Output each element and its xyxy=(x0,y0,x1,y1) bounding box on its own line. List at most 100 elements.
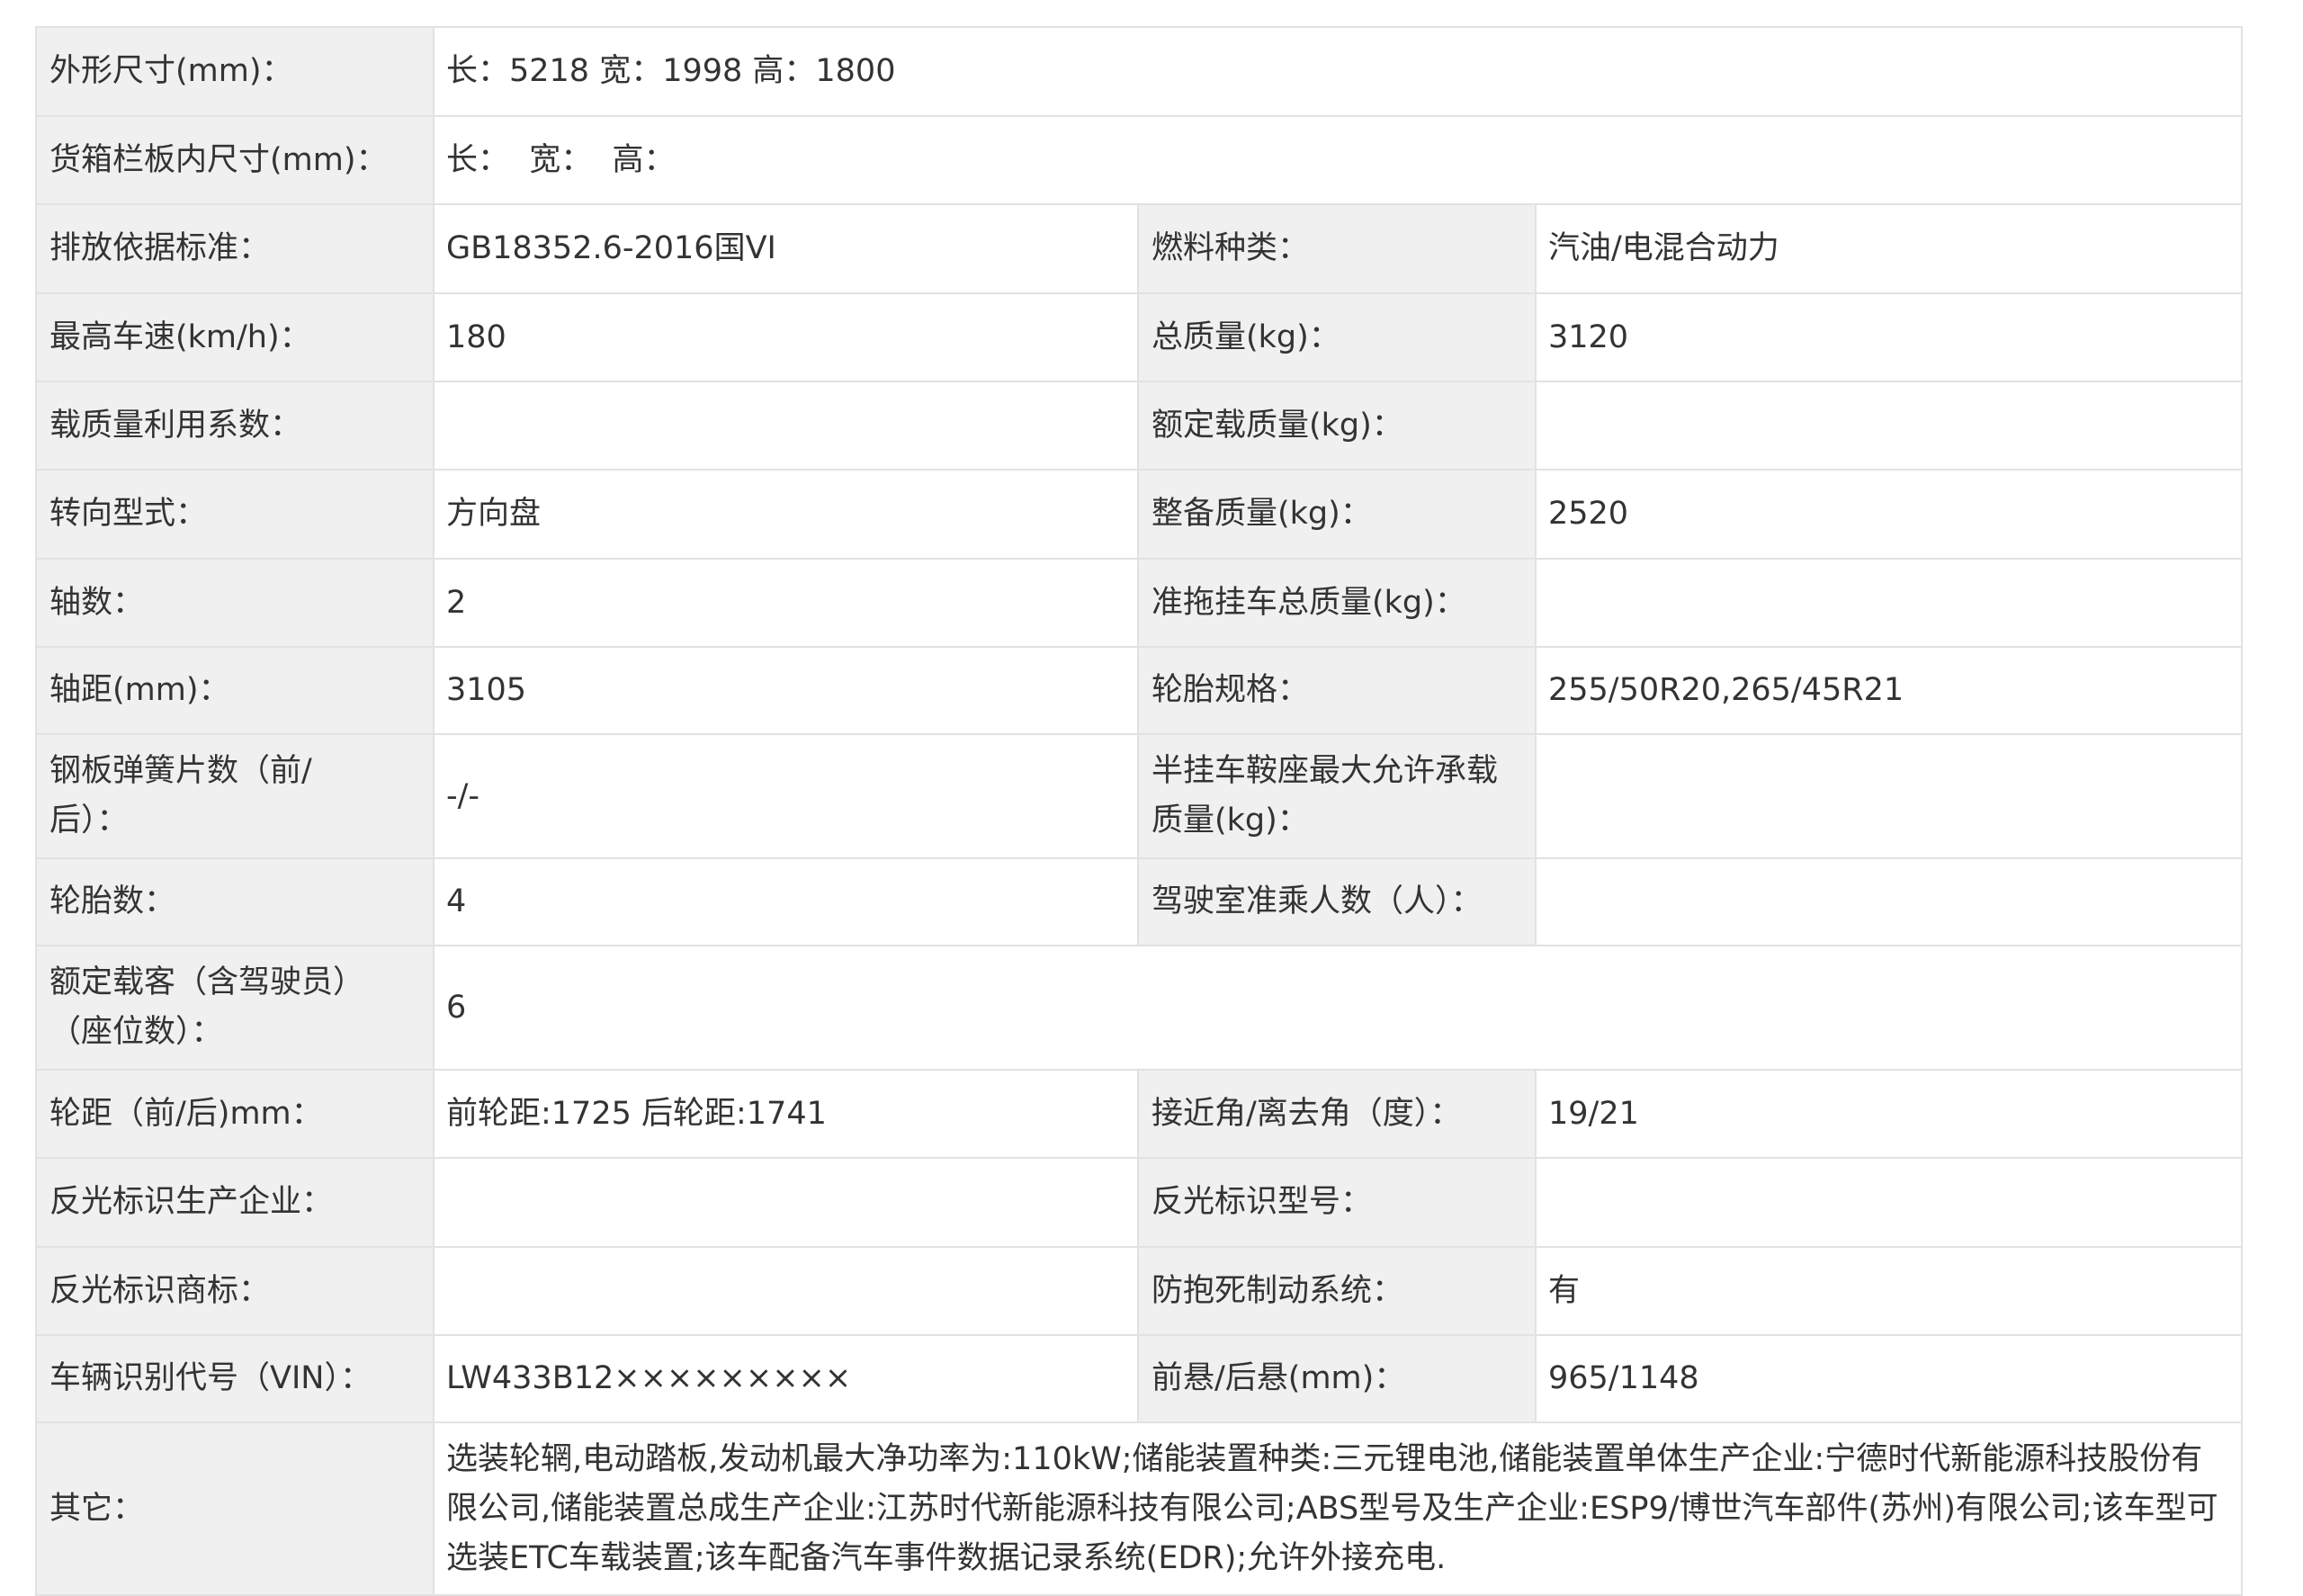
cell-divider xyxy=(2241,470,2243,559)
cell-divider xyxy=(1535,559,1537,647)
spec-row: 最高车速(km/h)： 180 总质量(kg)： 3120 xyxy=(0,293,2303,381)
spec-label-2-text: 轮胎规格： xyxy=(1152,672,1310,708)
spec-row: 轴距(mm)： 3105 轮胎规格： 255/50R20,265/45R21 xyxy=(0,647,2303,734)
cell-divider xyxy=(2241,381,2243,470)
spec-value-text: 3105 xyxy=(446,672,527,708)
spec-label-2: 整备质量(kg)： xyxy=(1138,470,1536,559)
spec-value xyxy=(434,381,1138,470)
cell-divider xyxy=(1137,1070,1139,1158)
cell-divider xyxy=(35,470,37,559)
cell-divider xyxy=(433,1247,435,1335)
cell-divider xyxy=(35,1422,37,1595)
spec-row: 其它： 选装轮辋,电动踏板,发动机最大净功率为:110kW;储能装置种类:三元锂电… xyxy=(0,1422,2303,1595)
spec-value-2: 965/1148 xyxy=(1536,1335,2242,1422)
spec-value: 方向盘 xyxy=(434,470,1138,559)
spec-label: 轴数： xyxy=(36,559,434,647)
spec-row: 轮距（前/后)mm： 前轮距:1725 后轮距:1741 接近角/离去角（度）： 19… xyxy=(0,1070,2303,1158)
spec-label-2: 燃料种类： xyxy=(1138,204,1536,293)
spec-label: 钢板弹簧片数（前/ 后）： xyxy=(36,734,434,858)
row-divider xyxy=(35,1421,2243,1423)
spec-label: 排放依据标准： xyxy=(36,204,434,293)
spec-value-2-text: 965/1148 xyxy=(1548,1360,1699,1396)
spec-row: 车辆识别代号（VIN）： LW433B12××××××××× 前悬/后悬(mm)： 9… xyxy=(0,1335,2303,1422)
cell-divider xyxy=(1137,204,1139,293)
spec-value-2-text: 有 xyxy=(1548,1272,1581,1309)
spec-value-2 xyxy=(1536,858,2242,946)
row-divider xyxy=(35,646,2243,648)
spec-value: -/- xyxy=(434,734,1138,858)
spec-label-2-text: 准拖挂车总质量(kg)： xyxy=(1152,584,1466,621)
row-divider xyxy=(35,203,2243,205)
spec-label-2: 防抱死制动系统： xyxy=(1138,1247,1536,1335)
row-divider xyxy=(35,945,2243,946)
spec-label-text: 排放依据标准： xyxy=(49,230,271,266)
spec-label-2: 前悬/后悬(mm)： xyxy=(1138,1335,1536,1422)
cell-divider xyxy=(433,647,435,734)
spec-value-2 xyxy=(1536,1158,2242,1247)
spec-row: 反光标识商标： 防抱死制动系统： 有 xyxy=(0,1247,2303,1335)
spec-label-text: 额定载客（含驾驶员） （座位数）： xyxy=(49,964,365,1050)
row-divider xyxy=(35,1069,2243,1071)
spec-label-2-text: 防抱死制动系统： xyxy=(1152,1272,1404,1309)
cell-divider xyxy=(1137,647,1139,734)
cell-divider xyxy=(1535,470,1537,559)
spec-value xyxy=(434,1158,1138,1247)
cell-divider xyxy=(1535,293,1537,381)
spec-label: 轮胎数： xyxy=(36,858,434,946)
cell-divider xyxy=(1535,1335,1537,1422)
spec-label: 货箱栏板内尺寸(mm)： xyxy=(36,116,434,204)
row-divider xyxy=(35,469,2243,471)
spec-value-2-text: 汽油/电混合动力 xyxy=(1548,230,1779,266)
cell-divider xyxy=(2241,858,2243,946)
spec-value-text: LW433B12××××××××× xyxy=(446,1360,852,1396)
spec-label-text: 轮距（前/后)mm： xyxy=(49,1095,323,1132)
spec-label: 反光标识商标： xyxy=(36,1247,434,1335)
cell-divider xyxy=(35,946,37,1070)
spec-value-text: 前轮距:1725 后轮距:1741 xyxy=(446,1095,827,1132)
spec-label: 其它： xyxy=(36,1422,434,1595)
cell-divider xyxy=(2241,1335,2243,1422)
row-divider xyxy=(35,1246,2243,1248)
spec-label: 额定载客（含驾驶员） （座位数）： xyxy=(36,946,434,1070)
spec-label: 外形尺寸(mm)： xyxy=(36,27,434,116)
spec-label-text: 其它： xyxy=(49,1490,145,1527)
spec-value-text: -/- xyxy=(446,777,480,814)
spec-value-text: 长： 宽： 高： xyxy=(446,141,676,178)
spec-row: 货箱栏板内尺寸(mm)： 长： 宽： 高： xyxy=(0,116,2303,204)
spec-label-text: 货箱栏板内尺寸(mm)： xyxy=(49,141,388,178)
cell-divider xyxy=(2241,1158,2243,1247)
spec-label: 轴距(mm)： xyxy=(36,647,434,734)
spec-value-2-text: 255/50R20,265/45R21 xyxy=(1548,672,1904,708)
spec-label-2: 轮胎规格： xyxy=(1138,647,1536,734)
spec-label-2: 半挂车鞍座最大允许承载 质量(kg)： xyxy=(1138,734,1536,858)
cell-divider xyxy=(433,1335,435,1422)
cell-divider xyxy=(1535,1070,1537,1158)
spec-value-text: 180 xyxy=(446,318,506,355)
spec-label-2: 接近角/离去角（度）： xyxy=(1138,1070,1536,1158)
row-divider xyxy=(35,733,2243,735)
cell-divider xyxy=(1535,858,1537,946)
cell-divider xyxy=(1535,1158,1537,1247)
spec-value: 180 xyxy=(434,293,1138,381)
cell-divider xyxy=(1137,1335,1139,1422)
spec-label-2-text: 额定载质量(kg)： xyxy=(1152,407,1403,444)
spec-label-2-text: 总质量(kg)： xyxy=(1152,318,1340,355)
cell-divider xyxy=(1535,647,1537,734)
spec-label-2-text: 半挂车鞍座最大允许承载 质量(kg)： xyxy=(1152,753,1499,838)
spec-row: 外形尺寸(mm)： 长：5218 宽：1998 高：1800 xyxy=(0,27,2303,116)
spec-label-text: 转向型式： xyxy=(49,496,208,532)
spec-label-2-text: 燃料种类： xyxy=(1152,230,1310,266)
cell-divider xyxy=(2241,1070,2243,1158)
spec-row: 反光标识生产企业： 反光标识型号： xyxy=(0,1158,2303,1247)
spec-row: 轴数： 2 准拖挂车总质量(kg)： xyxy=(0,559,2303,647)
spec-label-text: 钢板弹簧片数（前/ 后）： xyxy=(49,753,312,838)
spec-value xyxy=(434,1247,1138,1335)
cell-divider xyxy=(35,381,37,470)
spec-label: 载质量利用系数： xyxy=(36,381,434,470)
spec-label-2-text: 接近角/离去角（度）： xyxy=(1152,1095,1462,1132)
cell-divider xyxy=(433,470,435,559)
spec-row: 转向型式： 方向盘 整备质量(kg)： 2520 xyxy=(0,470,2303,559)
cell-divider xyxy=(35,1247,37,1335)
cell-divider xyxy=(433,1422,435,1595)
spec-label-text: 反光标识商标： xyxy=(49,1272,271,1309)
